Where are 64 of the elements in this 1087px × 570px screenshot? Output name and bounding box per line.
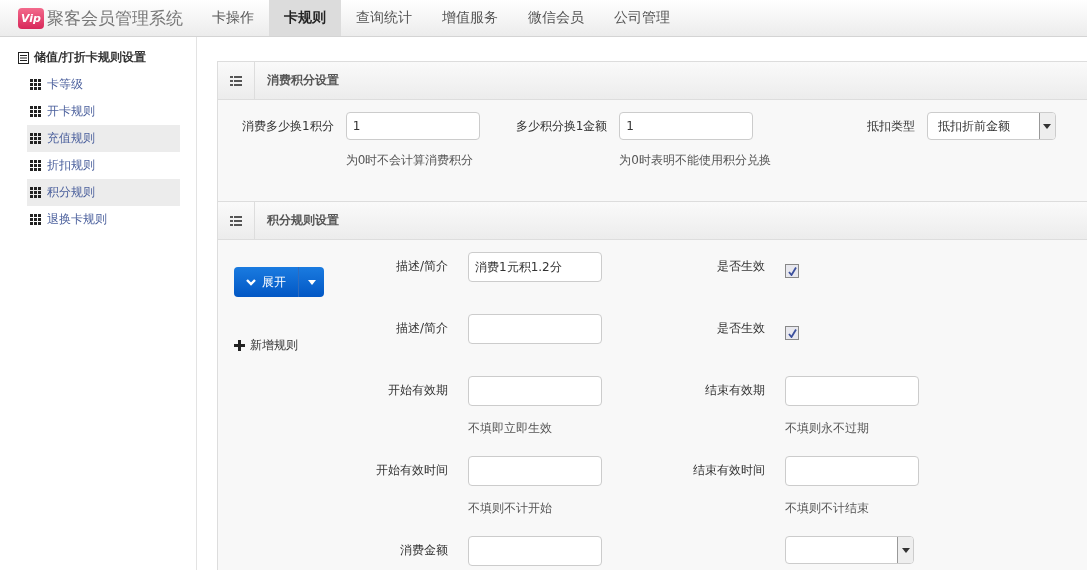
select-value: 抵扣折前金额 <box>937 117 1010 135</box>
add-rule-link[interactable]: 新增规则 <box>234 337 298 354</box>
field-label: 开始有效期 <box>388 382 448 399</box>
help-text: 不填则不计结束 <box>785 500 870 517</box>
logo-badge: Vip <box>18 7 44 29</box>
text-field[interactable] <box>785 456 919 486</box>
select-field[interactable]: 抵扣折前金额 <box>926 112 1056 140</box>
grid-icon <box>30 160 41 171</box>
checkbox[interactable] <box>785 326 799 340</box>
checkbox[interactable] <box>785 264 799 278</box>
nav-tab[interactable]: 查询统计 <box>341 0 427 36</box>
select-field[interactable] <box>785 536 914 564</box>
caret-icon <box>1043 123 1052 129</box>
field-label: 是否生效 <box>717 320 765 337</box>
sidebar-item[interactable]: 卡等级 <box>27 71 180 98</box>
grid-icon <box>30 79 41 90</box>
app-name: 聚客会员管理系统 <box>46 6 183 30</box>
field-label: 多少积分换1金额 <box>515 118 608 135</box>
field-label: 结束有效期 <box>705 382 765 399</box>
field-label: 是否生效 <box>717 258 765 275</box>
list-icon <box>230 215 242 226</box>
help-text: 为0时表明不能使用积分兑换 <box>619 152 771 169</box>
help-text: 不填则永不过期 <box>785 420 870 437</box>
panel-title: 消费积分设置 <box>266 72 339 89</box>
text-field[interactable] <box>468 536 602 566</box>
field-label: 消费多少换1积分 <box>242 118 334 135</box>
field-label: 开始有效时间 <box>376 462 448 479</box>
field-label: 抵扣类型 <box>866 118 915 135</box>
text-field[interactable] <box>785 376 919 406</box>
document-icon <box>18 51 29 64</box>
text-field[interactable]: 消费1元积1.2分 <box>468 252 602 282</box>
sidebar-item[interactable]: 积分规则 <box>27 179 180 206</box>
caret-icon <box>901 547 910 553</box>
nav-tab[interactable]: 卡规则 <box>269 0 341 36</box>
sidebar-item[interactable]: 退换卡规则 <box>27 206 180 233</box>
help-text: 为0时不会计算消费积分 <box>345 152 475 169</box>
field-label: 结束有效时间 <box>693 462 765 479</box>
nav-tab[interactable]: 微信会员 <box>513 0 599 36</box>
plus-icon <box>234 340 245 351</box>
sidebar-title: 储值/打折卡规则设置 <box>34 49 147 66</box>
panel-title: 积分规则设置 <box>266 212 339 229</box>
list-icon <box>230 75 242 86</box>
nav-tab[interactable]: 增值服务 <box>427 0 513 36</box>
chevron-down-icon <box>246 278 256 286</box>
sidebar-item[interactable]: 开卡规则 <box>27 98 180 125</box>
text-field[interactable]: 1 <box>619 112 754 140</box>
text-field[interactable] <box>468 314 602 344</box>
grid-icon <box>30 187 41 198</box>
text-field[interactable]: 1 <box>345 112 480 140</box>
grid-icon <box>30 214 41 225</box>
grid-icon <box>30 106 41 117</box>
grid-icon <box>30 133 41 144</box>
field-label: 描述/简介 <box>395 258 448 275</box>
help-text: 不填则不计开始 <box>468 500 553 517</box>
sidebar-item[interactable]: 折扣规则 <box>27 152 180 179</box>
nav-tab[interactable]: 公司管理 <box>599 0 685 36</box>
nav-tab[interactable]: 卡操作 <box>197 0 269 36</box>
field-label: 消费金额 <box>400 542 448 559</box>
help-text: 不填即立即生效 <box>468 420 553 437</box>
text-field[interactable] <box>468 376 602 406</box>
sidebar-item[interactable]: 充值规则 <box>27 125 180 152</box>
text-field[interactable] <box>468 456 602 486</box>
field-label: 描述/简介 <box>395 320 448 337</box>
caret-icon <box>307 279 316 285</box>
